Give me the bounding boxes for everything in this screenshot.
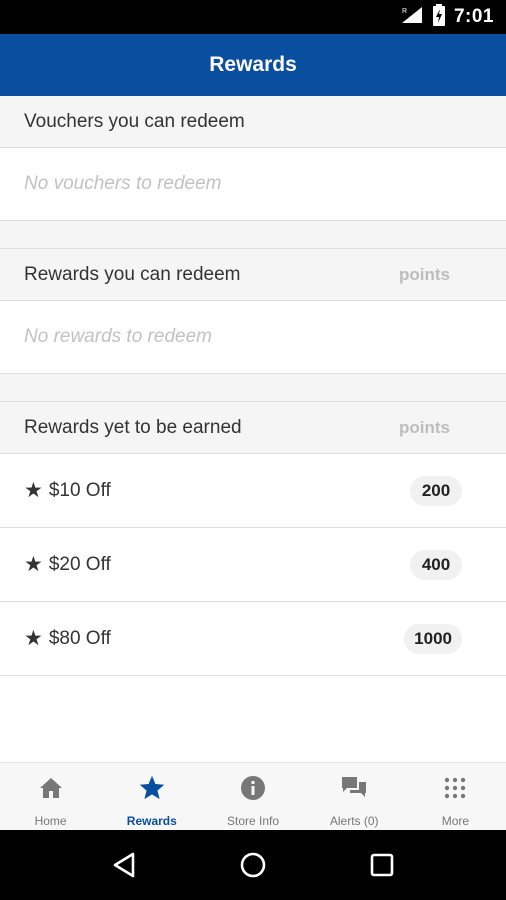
star-icon: ★ xyxy=(24,627,43,650)
star-icon xyxy=(137,773,167,803)
system-nav-bar xyxy=(0,830,506,900)
reward-row-10-off[interactable]: ★ $10 Off 200 xyxy=(0,454,506,528)
nav-item-store-info[interactable]: Store Info xyxy=(202,763,303,830)
vouchers-section-header: Vouchers you can redeem xyxy=(0,96,506,148)
app-bar: Rewards xyxy=(0,34,506,96)
rewards-list[interactable]: Vouchers you can redeem No vouchers to r… xyxy=(0,96,506,762)
vouchers-empty-row: No vouchers to redeem xyxy=(0,148,506,221)
to-earn-section-header: Rewards yet to be earned points xyxy=(0,402,506,454)
reward-row-20-off[interactable]: ★ $20 Off 400 xyxy=(0,528,506,602)
nav-item-alerts[interactable]: Alerts (0) xyxy=(304,763,405,830)
status-time: 7:01 xyxy=(453,6,494,27)
reward-points-badge: 200 xyxy=(410,475,462,506)
points-column-label: points xyxy=(399,264,450,284)
reward-points-badge: 400 xyxy=(410,549,462,580)
page-title: Rewards xyxy=(209,53,297,76)
reward-points-badge: 1000 xyxy=(404,623,462,654)
home-icon xyxy=(36,773,66,803)
star-icon: ★ xyxy=(24,479,43,502)
section-spacer xyxy=(0,374,506,402)
status-icons: R 7:01 xyxy=(400,0,494,34)
info-icon xyxy=(238,773,268,803)
section-title: Rewards yet to be earned xyxy=(24,416,242,438)
battery-icon xyxy=(432,3,446,31)
section-spacer xyxy=(0,221,506,249)
empty-message: No rewards to redeem xyxy=(24,326,212,347)
grid-dots-icon xyxy=(440,773,470,803)
redeemable-empty-row: No rewards to redeem xyxy=(0,301,506,374)
points-column-label: points xyxy=(399,417,450,437)
star-icon: ★ xyxy=(24,553,43,576)
bottom-nav: Home Rewards Store Info Alerts (0) More xyxy=(0,762,506,830)
section-title: Rewards you can redeem xyxy=(24,263,241,285)
home-circle-icon[interactable] xyxy=(233,845,273,885)
reward-name: $20 Off xyxy=(48,553,111,575)
nav-label: More xyxy=(441,814,470,828)
svg-text:R: R xyxy=(402,8,407,15)
signal-icon: R xyxy=(400,5,424,30)
recents-square-icon[interactable] xyxy=(362,845,402,885)
nav-label: Rewards xyxy=(126,814,177,828)
reward-name: $10 Off xyxy=(48,479,111,501)
redeemable-section-header: Rewards you can redeem points xyxy=(0,249,506,301)
empty-message: No vouchers to redeem xyxy=(24,173,222,194)
back-icon[interactable] xyxy=(104,845,144,885)
nav-label: Alerts (0) xyxy=(329,814,379,828)
reward-name: $80 Off xyxy=(48,627,111,649)
nav-item-rewards[interactable]: Rewards xyxy=(101,763,202,830)
chat-bubbles-icon xyxy=(339,773,369,803)
nav-label: Home xyxy=(34,814,67,828)
section-title: Vouchers you can redeem xyxy=(24,110,245,132)
status-bar: R 7:01 xyxy=(0,0,506,34)
nav-label: Store Info xyxy=(226,814,280,828)
nav-item-more[interactable]: More xyxy=(405,763,506,830)
nav-item-home[interactable]: Home xyxy=(0,763,101,830)
reward-row-80-off[interactable]: ★ $80 Off 1000 xyxy=(0,602,506,676)
